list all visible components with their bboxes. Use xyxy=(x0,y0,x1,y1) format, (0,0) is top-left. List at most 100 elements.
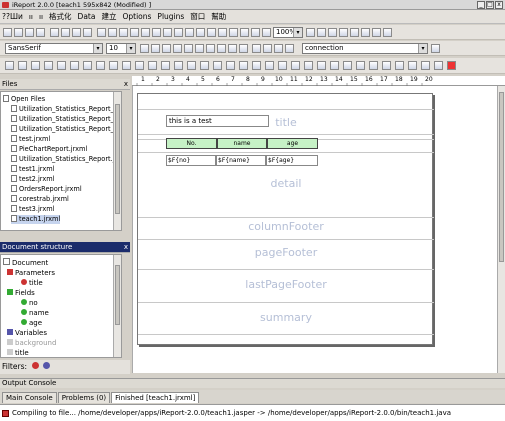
tree-node-field-name[interactable]: name xyxy=(21,308,49,318)
list-item-selected[interactable]: teach1.jrxml xyxy=(11,215,61,224)
color-icon[interactable] xyxy=(285,44,294,53)
connection-icon[interactable] xyxy=(431,44,440,53)
scrollbar-thumb[interactable] xyxy=(115,265,120,325)
structure-scrollbar[interactable] xyxy=(113,255,121,357)
tree-node-field-no[interactable]: no xyxy=(21,298,38,308)
italic-icon[interactable] xyxy=(173,44,182,53)
menu-data[interactable]: Data xyxy=(78,12,96,21)
send-back-icon[interactable] xyxy=(200,61,209,70)
paste-icon[interactable] xyxy=(72,28,81,37)
copy-icon[interactable] xyxy=(61,28,70,37)
save-all-icon[interactable] xyxy=(36,28,45,37)
menu-format[interactable]: 格式化 xyxy=(49,11,72,22)
menu-window[interactable]: 窗口 xyxy=(190,11,205,22)
image-tool-icon[interactable] xyxy=(163,28,172,37)
header-age[interactable]: age xyxy=(267,138,318,149)
menu-file[interactable]: ??Ши xyxy=(2,12,23,21)
font-size-select[interactable]: 10 ▾ xyxy=(106,43,136,54)
run-icon[interactable] xyxy=(306,28,315,37)
tree-node-param-title[interactable]: title xyxy=(21,278,43,288)
ellipse-tool-icon[interactable] xyxy=(130,28,139,37)
decrease-vspace-icon[interactable] xyxy=(317,61,326,70)
tree-node-variables[interactable]: Variables xyxy=(7,328,47,338)
save-icon[interactable] xyxy=(25,28,34,37)
equal-vspace-icon[interactable] xyxy=(252,61,261,70)
field-name[interactable]: $F{name} xyxy=(216,155,266,166)
filter-variables-icon[interactable] xyxy=(42,362,50,369)
close-button[interactable]: x xyxy=(495,1,503,9)
canvas-scrollbar[interactable] xyxy=(497,86,505,373)
equal-hspace-icon[interactable] xyxy=(239,61,248,70)
remove-hspace-icon[interactable] xyxy=(291,61,300,70)
align-hcenter-icon[interactable] xyxy=(70,61,79,70)
tree-node-document[interactable]: Document xyxy=(3,258,48,268)
tab-problems[interactable]: Problems (0) xyxy=(57,392,111,403)
align-bottoms-icon[interactable] xyxy=(44,61,53,70)
remove-vspace-icon[interactable] xyxy=(330,61,339,70)
align-vcenter-icon[interactable] xyxy=(57,61,66,70)
list-item[interactable]: PieChartReport.jrxml xyxy=(11,145,87,154)
maximize-button[interactable]: □ xyxy=(486,1,494,9)
crosstab-tool-icon[interactable] xyxy=(196,28,205,37)
bold-icon[interactable] xyxy=(162,44,171,53)
line-tool-icon[interactable] xyxy=(108,28,117,37)
minimize-button[interactable]: _ xyxy=(477,1,485,9)
scrollbar-thumb[interactable] xyxy=(499,92,504,262)
list-item[interactable]: Utilization_Statistics_Report_sub1 xyxy=(11,105,121,114)
header-no[interactable]: No. xyxy=(166,138,217,149)
list-item[interactable]: test.jrxml xyxy=(11,135,50,144)
move-icon[interactable] xyxy=(421,61,430,70)
text-tool-icon[interactable] xyxy=(141,28,150,37)
tree-node-field-age[interactable]: age xyxy=(21,318,42,328)
pointer-tool-icon[interactable] xyxy=(97,28,106,37)
menu-plugins[interactable]: Plugins xyxy=(157,12,184,21)
adapt-band-icon[interactable] xyxy=(226,61,235,70)
hyperlink-tool-icon[interactable] xyxy=(229,28,238,37)
align-lefts-icon[interactable] xyxy=(5,61,14,70)
align-right-icon[interactable] xyxy=(228,44,237,53)
vspace-icon[interactable] xyxy=(174,61,183,70)
header-name[interactable]: name xyxy=(217,138,267,149)
list-item[interactable]: Utilization_Statistics_Report_sub3 xyxy=(11,125,121,134)
tree-node-parameters[interactable]: Parameters xyxy=(7,268,55,278)
preview-icon[interactable] xyxy=(339,28,348,37)
connection-select[interactable]: connection ▾ xyxy=(302,43,428,54)
run-db-icon[interactable] xyxy=(317,28,326,37)
open-files-node[interactable]: Open Files xyxy=(3,95,45,104)
export-icon[interactable] xyxy=(350,28,359,37)
filter-parameters-icon[interactable] xyxy=(32,362,40,369)
field-no[interactable]: $F{no} xyxy=(166,155,216,166)
open-icon[interactable] xyxy=(14,28,23,37)
tools-icon[interactable] xyxy=(372,28,381,37)
new-icon[interactable] xyxy=(3,28,12,37)
list-item[interactable]: test3.jrxml xyxy=(11,205,54,214)
bring-front-icon[interactable] xyxy=(187,61,196,70)
center-h-icon[interactable] xyxy=(343,61,352,70)
menu-build[interactable]: 建立 xyxy=(101,11,116,22)
center-v-icon[interactable] xyxy=(356,61,365,70)
list-item[interactable]: corestrab.jrxml xyxy=(11,195,69,204)
same-size-icon[interactable] xyxy=(109,61,118,70)
list-item[interactable]: test1.jrxml xyxy=(11,165,54,174)
field-tool-icon[interactable] xyxy=(152,28,161,37)
grid-snap-icon[interactable] xyxy=(408,61,417,70)
compile-icon[interactable] xyxy=(328,28,337,37)
align-center-icon[interactable] xyxy=(217,44,226,53)
list-item[interactable]: Utilization_Statistics_Report_sub2 xyxy=(11,115,121,124)
rect-tool-icon[interactable] xyxy=(119,28,128,37)
tree-node-fields[interactable]: Fields xyxy=(7,288,35,298)
list-item[interactable]: OrdersReport.jrxml xyxy=(11,185,82,194)
delete-icon[interactable] xyxy=(83,28,92,37)
fill-icon[interactable] xyxy=(274,44,283,53)
underline-icon[interactable] xyxy=(184,44,193,53)
menu-options[interactable]: Options xyxy=(122,12,151,21)
border-style-icon[interactable] xyxy=(263,44,272,53)
same-width-icon[interactable] xyxy=(83,61,92,70)
close-icon[interactable]: x xyxy=(124,242,128,253)
organize-icon[interactable] xyxy=(213,61,222,70)
tree-node-title-band[interactable]: title xyxy=(7,348,29,357)
scrollbar-thumb[interactable] xyxy=(115,104,120,214)
close-icon[interactable]: x xyxy=(124,79,128,90)
stop-icon[interactable] xyxy=(447,61,456,70)
menu-view[interactable]: וו xyxy=(39,12,43,21)
